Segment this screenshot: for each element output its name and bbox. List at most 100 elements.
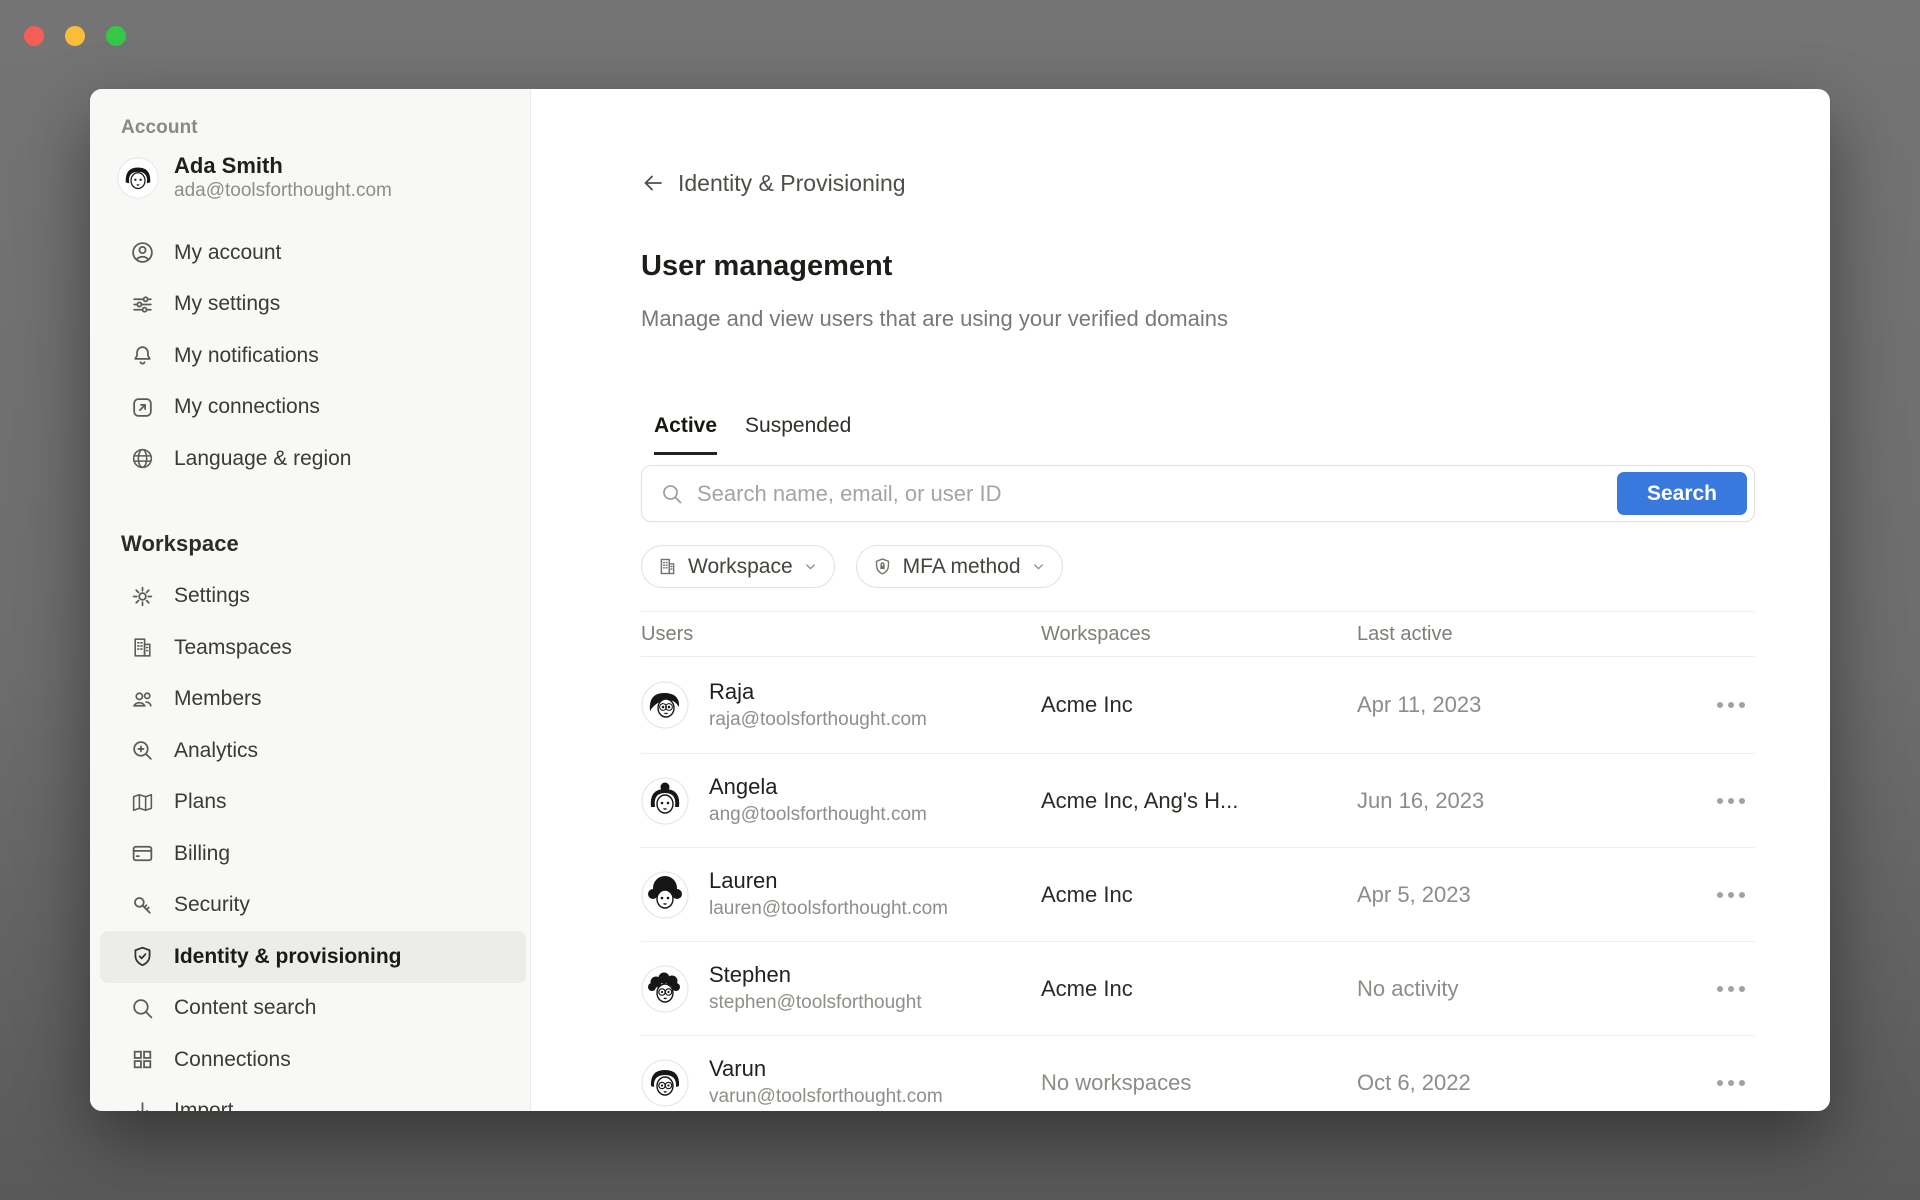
settings-window: Account Ada Smith ada@toolsforthought.co… <box>90 89 1830 1111</box>
user-name: Raja <box>709 679 927 705</box>
filter-chips: Workspace MFA method <box>641 545 1755 588</box>
user-name: Varun <box>709 1056 943 1082</box>
sidebar-item-label: Content search <box>174 996 316 1020</box>
user-last-active: Jun 16, 2023 <box>1357 788 1711 814</box>
tab-active[interactable]: Active <box>654 411 717 455</box>
chevron-down-icon <box>803 559 818 574</box>
traffic-light-zoom-button[interactable] <box>106 26 126 46</box>
row-menu-button[interactable] <box>1717 702 1755 708</box>
row-menu-button[interactable] <box>1717 798 1755 804</box>
download-icon <box>130 1099 155 1111</box>
sidebar-item-content-search[interactable]: Content search <box>100 983 526 1035</box>
sidebar-item-label: Identity & provisioning <box>174 945 402 969</box>
workspace-filter-chip[interactable]: Workspace <box>641 545 835 588</box>
page-title: User management <box>641 248 1755 284</box>
sidebar-item-my-notifications[interactable]: My notifications <box>100 330 526 382</box>
user-last-active: Apr 11, 2023 <box>1357 692 1711 718</box>
table-row: Stephen stephen@toolsforthought Acme Inc… <box>641 942 1755 1036</box>
sidebar-item-label: Import <box>174 1099 234 1111</box>
sidebar-item-analytics[interactable]: Analytics <box>100 725 526 777</box>
table-row: Varun varun@toolsforthought.com No works… <box>641 1036 1755 1111</box>
building-icon <box>130 635 155 660</box>
user-workspaces: Acme Inc <box>1041 692 1357 718</box>
sidebar-item-label: Connections <box>174 1048 291 1072</box>
avatar <box>641 681 689 729</box>
traffic-light-minimize-button[interactable] <box>65 26 85 46</box>
sidebar-item-label: Settings <box>174 584 250 608</box>
filter-label: Workspace <box>688 555 793 579</box>
column-header-workspaces: Workspaces <box>1041 623 1357 646</box>
user-workspaces: Acme Inc <box>1041 882 1357 908</box>
people-icon <box>130 687 155 712</box>
sidebar-item-label: Analytics <box>174 739 258 763</box>
avatar <box>641 965 689 1013</box>
sidebar-item-label: My account <box>174 241 281 265</box>
sidebar-item-members[interactable]: Members <box>100 674 526 726</box>
sidebar-item-my-settings[interactable]: My settings <box>100 279 526 331</box>
sidebar-item-billing[interactable]: Billing <box>100 828 526 880</box>
key-icon <box>130 893 155 918</box>
avatar <box>641 777 689 825</box>
search-input[interactable] <box>697 481 1604 507</box>
mfa-method-filter-chip[interactable]: MFA method <box>856 545 1063 588</box>
column-header-users: Users <box>641 623 1041 646</box>
chevron-down-icon <box>1031 559 1046 574</box>
sidebar-item-label: Security <box>174 893 250 917</box>
traffic-light-close-button[interactable] <box>24 26 44 46</box>
search-button[interactable]: Search <box>1617 472 1747 515</box>
account-name: Ada Smith <box>174 153 392 179</box>
user-email: raja@toolsforthought.com <box>709 708 927 732</box>
sidebar-item-label: My settings <box>174 292 280 316</box>
row-menu-button[interactable] <box>1717 892 1755 898</box>
table-row: Raja raja@toolsforthought.com Acme Inc A… <box>641 657 1755 754</box>
breadcrumb-back-link[interactable]: Identity & Provisioning <box>641 168 1755 198</box>
user-workspaces: No workspaces <box>1041 1070 1357 1096</box>
sidebar-item-label: My notifications <box>174 344 319 368</box>
user-workspaces: Acme Inc, Ang's H... <box>1041 788 1357 814</box>
users-table: Users Workspaces Last active <box>641 611 1755 1111</box>
sidebar-item-my-account[interactable]: My account <box>100 227 526 279</box>
magnifier-icon <box>130 996 155 1021</box>
user-tabs: Active Suspended <box>641 411 1755 455</box>
globe-icon <box>130 446 155 471</box>
sidebar-item-identity-provisioning[interactable]: Identity & provisioning <box>100 931 526 983</box>
sliders-icon <box>130 292 155 317</box>
user-name: Lauren <box>709 868 948 894</box>
magnifier-sparkle-icon <box>130 738 155 763</box>
table-row: Angela ang@toolsforthought.com Acme Inc,… <box>641 754 1755 848</box>
sidebar-item-teamspaces[interactable]: Teamspaces <box>100 622 526 674</box>
user-email: lauren@toolsforthought.com <box>709 897 948 921</box>
sidebar-item-import[interactable]: Import <box>100 1086 526 1112</box>
shield-lock-icon <box>872 556 893 577</box>
sidebar-item-plans[interactable]: Plans <box>100 777 526 829</box>
account-email: ada@toolsforthought.com <box>174 179 392 203</box>
row-menu-button[interactable] <box>1717 1080 1755 1086</box>
avatar <box>641 1059 689 1107</box>
sidebar-item-security[interactable]: Security <box>100 880 526 932</box>
user-last-active: No activity <box>1357 976 1711 1002</box>
user-email: stephen@toolsforthought <box>709 991 922 1015</box>
arrow-up-right-box-icon <box>130 395 155 420</box>
user-last-active: Apr 5, 2023 <box>1357 882 1711 908</box>
row-menu-button[interactable] <box>1717 986 1755 992</box>
tab-suspended[interactable]: Suspended <box>745 411 851 455</box>
shield-check-icon <box>130 944 155 969</box>
sidebar-item-language-region[interactable]: Language & region <box>100 433 526 485</box>
sidebar-account-profile[interactable]: Ada Smith ada@toolsforthought.com <box>117 153 530 203</box>
back-arrow-icon <box>641 171 665 195</box>
sidebar-item-label: My connections <box>174 395 320 419</box>
sidebar-section-workspace: Workspace <box>121 531 530 557</box>
map-icon <box>130 790 155 815</box>
back-link-label: Identity & Provisioning <box>678 170 906 197</box>
users-table-header: Users Workspaces Last active <box>641 611 1755 657</box>
user-management-panel: Identity & Provisioning User management … <box>531 89 1830 1111</box>
sidebar-item-connections[interactable]: Connections <box>100 1034 526 1086</box>
user-name: Stephen <box>709 962 922 988</box>
building-icon <box>657 556 678 577</box>
sidebar-item-my-connections[interactable]: My connections <box>100 382 526 434</box>
search-icon <box>660 482 684 506</box>
user-name: Angela <box>709 774 927 800</box>
sidebar-item-label: Teamspaces <box>174 636 292 660</box>
sidebar-item-settings[interactable]: Settings <box>100 571 526 623</box>
column-header-last-active: Last active <box>1357 623 1711 646</box>
